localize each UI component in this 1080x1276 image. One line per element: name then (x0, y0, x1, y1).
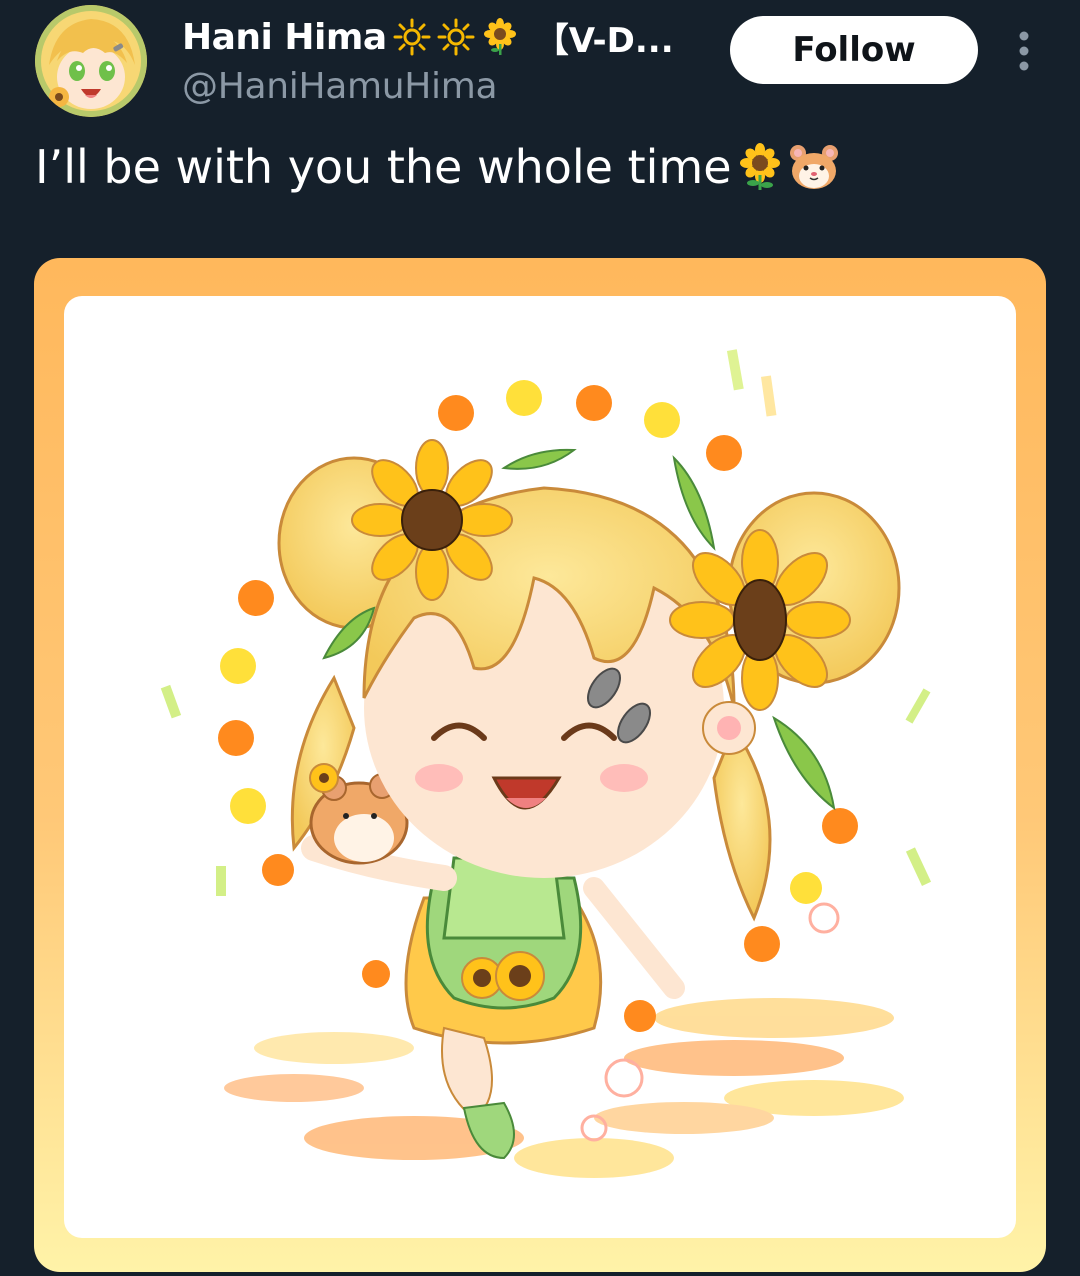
display-name-suffix: 【V-D... (534, 20, 674, 61)
tweet-text-content: I’ll be with you the whole time (35, 140, 732, 194)
tweet-view: Hani Hima 【V-D... @HaniHamuHima Follow I… (0, 0, 1080, 1276)
tweet-text: I’ll be with you the whole time (35, 140, 1045, 194)
sun-icon (393, 18, 431, 56)
author-block: Hani Hima 【V-D... @HaniHamuHima (182, 12, 702, 108)
avatar[interactable] (35, 5, 147, 117)
sunflower-icon (481, 18, 519, 56)
sun-icon (437, 18, 475, 56)
more-vertical-icon[interactable] (1006, 28, 1042, 74)
follow-button[interactable]: Follow (730, 16, 978, 84)
tweet-media-image[interactable] (34, 258, 1046, 1272)
user-handle[interactable]: @HaniHamuHima (182, 66, 702, 107)
display-name: Hani Hima (182, 16, 387, 58)
hamster-icon (788, 143, 838, 191)
display-name-row[interactable]: Hani Hima 【V-D... (182, 12, 702, 62)
sunflower-icon (736, 143, 784, 191)
